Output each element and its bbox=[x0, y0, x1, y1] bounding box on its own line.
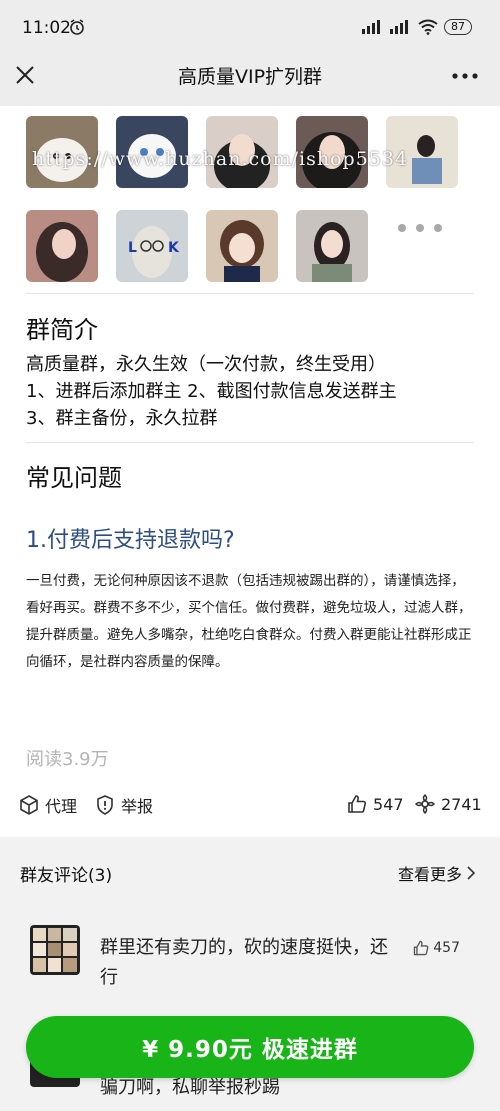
page-title: 高质量VIP扩列群 bbox=[177, 66, 323, 88]
watermark-text: https://www.huzhan.com/ishop5534 bbox=[32, 148, 409, 170]
intro-line: 1、进群后添加群主 2、截图付款信息发送群主 bbox=[26, 381, 397, 402]
battery-indicator: 87 bbox=[444, 19, 472, 35]
shield-icon bbox=[97, 795, 113, 815]
report-label: 举报 bbox=[121, 797, 154, 816]
more-options-icon[interactable] bbox=[452, 73, 478, 79]
comment-avatar[interactable] bbox=[30, 925, 80, 975]
intro-line: 3、群主备份，永久拉群 bbox=[26, 408, 218, 429]
divider bbox=[26, 293, 474, 294]
status-time: 11:02 bbox=[22, 18, 71, 38]
action-row: 代理 举报 547 2741 bbox=[18, 793, 488, 817]
like-button[interactable]: 547 bbox=[346, 793, 404, 815]
member-avatar[interactable] bbox=[26, 210, 98, 282]
status-icons: 87 bbox=[362, 18, 472, 36]
nav-bar: 高质量VIP扩列群 bbox=[0, 44, 500, 106]
status-bar: 11:02 87 bbox=[0, 0, 500, 44]
faq-answer: 一旦付费，无论何种原因该不退款（包括违规被踢出群的），请谨慎选择，看好再买。群费… bbox=[26, 573, 472, 670]
join-group-button[interactable]: ¥ 9.90元 极速进群 bbox=[26, 1016, 474, 1078]
report-button[interactable]: 举报 bbox=[94, 793, 153, 817]
see-more-label: 查看更多 bbox=[397, 865, 462, 884]
intro-line: 高质量群，永久生效（一次付款，终生受用） bbox=[26, 354, 386, 375]
faq-question: 1.付费后支持退款吗? bbox=[26, 528, 235, 553]
thumbs-up-icon bbox=[348, 795, 367, 813]
chevron-right-icon bbox=[467, 866, 476, 880]
wifi-icon bbox=[418, 19, 438, 35]
share-count: 2741 bbox=[441, 794, 482, 814]
member-avatar[interactable] bbox=[296, 210, 368, 282]
share-button[interactable]: 2741 bbox=[414, 793, 482, 815]
flower-icon bbox=[414, 793, 436, 815]
signal-icon-2 bbox=[390, 20, 408, 34]
member-avatars: LK bbox=[0, 106, 500, 296]
more-members-icon[interactable] bbox=[396, 222, 444, 234]
comment-text: 群里还有卖刀的，砍的速度挺快，还行 bbox=[100, 937, 388, 988]
faq-title: 常见问题 bbox=[26, 464, 122, 492]
member-avatar[interactable] bbox=[206, 210, 278, 282]
svg-text:K: K bbox=[168, 240, 180, 256]
svg-text:L: L bbox=[128, 240, 137, 256]
agent-button[interactable]: 代理 bbox=[18, 793, 77, 817]
read-count: 阅读3.9万 bbox=[26, 749, 109, 770]
comment-like-button[interactable]: 457 bbox=[412, 939, 460, 957]
like-count: 547 bbox=[373, 794, 404, 814]
comments-header: 群友评论(3) bbox=[20, 866, 113, 886]
agent-label: 代理 bbox=[45, 797, 78, 816]
see-more-link[interactable]: 查看更多 bbox=[398, 861, 476, 885]
cube-icon bbox=[20, 795, 38, 815]
comment-like-count: 457 bbox=[433, 940, 460, 956]
intro-title: 群简介 bbox=[26, 316, 98, 344]
member-avatar[interactable]: LK bbox=[116, 210, 188, 282]
signal-icon bbox=[362, 20, 380, 34]
thumbs-up-icon bbox=[414, 940, 429, 956]
divider bbox=[26, 442, 474, 443]
alarm-clock-icon bbox=[70, 19, 84, 35]
